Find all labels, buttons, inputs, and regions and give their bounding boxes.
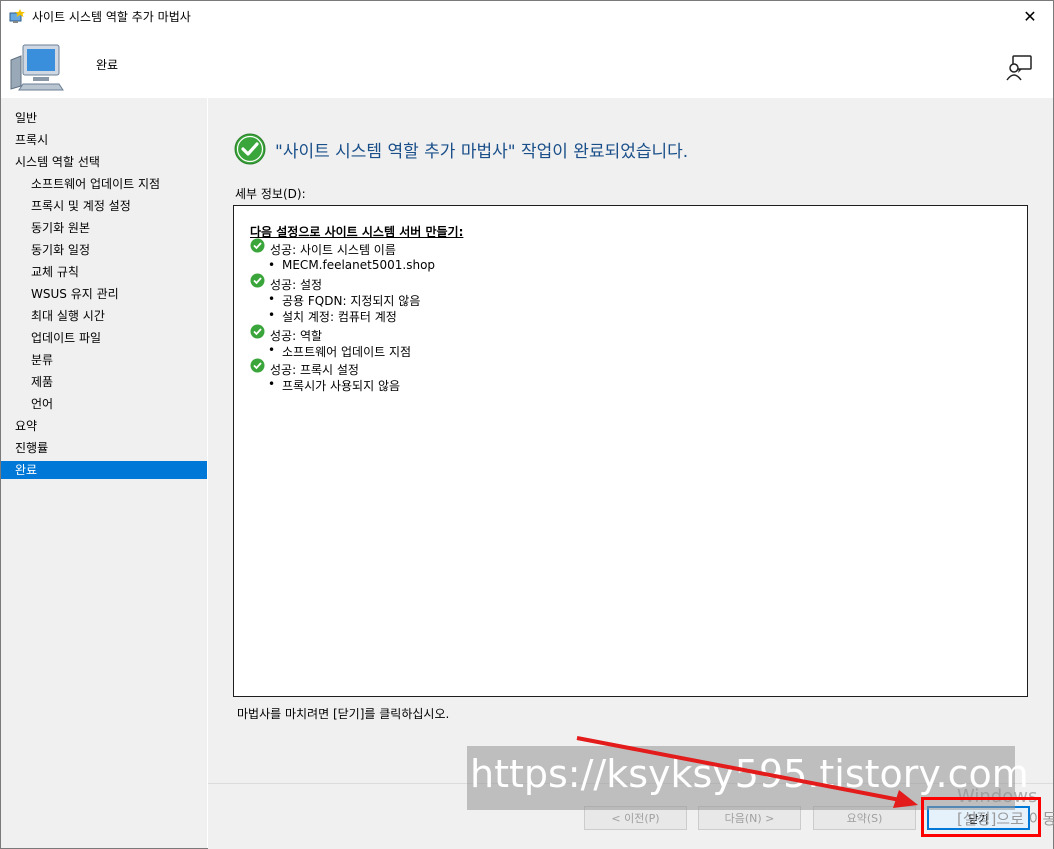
sidebar-step-item: 소프트웨어 업데이트 지점 — [31, 177, 161, 191]
bullet-icon: • — [268, 343, 276, 357]
success-check-icon — [250, 358, 265, 373]
details-textbox[interactable]: 다음 설정으로 사이트 시스템 서버 만들기: 성공: 사이트 시스템 이름 •… — [233, 205, 1028, 697]
sidebar-step-item: 진행률 — [15, 441, 49, 455]
sidebar-step-item: 동기화 일정 — [31, 243, 91, 257]
bullet-icon: • — [268, 308, 276, 322]
success-check-icon — [250, 324, 265, 339]
window-title: 사이트 시스템 역할 추가 마법사 — [32, 10, 191, 24]
details-bullet: 공용 FQDN: 지정되지 않음 — [282, 294, 421, 308]
details-section-title: 성공: 설정 — [270, 278, 323, 292]
details-bullet: 소프트웨어 업데이트 지점 — [282, 345, 412, 359]
sidebar-step-item: 언어 — [31, 397, 54, 411]
details-section-title: 성공: 프록시 설정 — [270, 363, 359, 377]
wizard-header: 완료 — [1, 32, 1053, 96]
help-feedback-icon[interactable] — [1005, 54, 1033, 82]
success-check-icon — [234, 133, 266, 165]
sidebar-step-item: 프록시 — [15, 133, 49, 147]
details-bullet: 설치 계정: 컴퓨터 계정 — [282, 310, 397, 324]
sidebar-step-item: 요약 — [15, 419, 38, 433]
page-title: 완료 — [96, 58, 119, 72]
details-bullet: 프록시가 사용되지 않음 — [282, 379, 401, 393]
sidebar-step-item: 분류 — [31, 353, 54, 367]
sidebar-step-item: 완료 — [1, 461, 207, 479]
bullet-icon: • — [268, 377, 276, 391]
success-check-icon — [250, 273, 265, 288]
sidebar-step-item: 교체 규칙 — [31, 265, 79, 279]
sidebar-step-item: 동기화 원본 — [31, 221, 91, 235]
close-icon: ✕ — [1023, 7, 1037, 26]
sidebar-step-item: 최대 실행 시간 — [31, 309, 105, 323]
details-header: 다음 설정으로 사이트 시스템 서버 만들기: — [250, 225, 464, 239]
watermark-text: https://ksyksy595.tistory.com — [470, 752, 1029, 796]
details-label: 세부 정보(D): — [235, 187, 306, 201]
computer-icon — [10, 44, 64, 91]
wizard-step-nav: 일반프록시시스템 역할 선택소프트웨어 업데이트 지점프록시 및 계정 설정동기… — [1, 98, 207, 848]
finish-instruction: 마법사를 마치려면 [닫기]를 클릭하십시오. — [237, 707, 450, 721]
wizard-window: 사이트 시스템 역할 추가 마법사 ✕ 완료 일반프록시시스템 역할 선택소프트… — [0, 0, 1054, 849]
title-bar[interactable]: 사이트 시스템 역할 추가 마법사 ✕ — [1, 1, 1053, 32]
sidebar-step-item: 일반 — [15, 111, 38, 125]
completion-headline: "사이트 시스템 역할 추가 마법사" 작업이 완료되었습니다. — [275, 142, 689, 162]
sidebar-step-item: 시스템 역할 선택 — [15, 155, 100, 169]
sidebar-step-item: 제품 — [31, 375, 54, 389]
details-section-title: 성공: 역할 — [270, 329, 323, 343]
main-panel: "사이트 시스템 역할 추가 마법사" 작업이 완료되었습니다. 세부 정보(D… — [208, 98, 1053, 783]
details-bullet: MECM.feelanet5001.shop — [282, 258, 436, 272]
sidebar-step-item: 프록시 및 계정 설정 — [31, 199, 131, 213]
bullet-icon: • — [268, 292, 276, 306]
close-window-button[interactable]: ✕ — [1007, 1, 1053, 32]
wizard-app-icon — [9, 9, 25, 23]
success-check-icon — [250, 238, 265, 253]
details-section-title: 성공: 사이트 시스템 이름 — [270, 243, 396, 257]
sidebar-step-item: 업데이트 파일 — [31, 331, 102, 345]
close-button-highlight-box — [921, 797, 1041, 837]
sidebar-step-item: WSUS 유지 관리 — [31, 287, 119, 301]
bullet-icon: • — [268, 258, 276, 272]
